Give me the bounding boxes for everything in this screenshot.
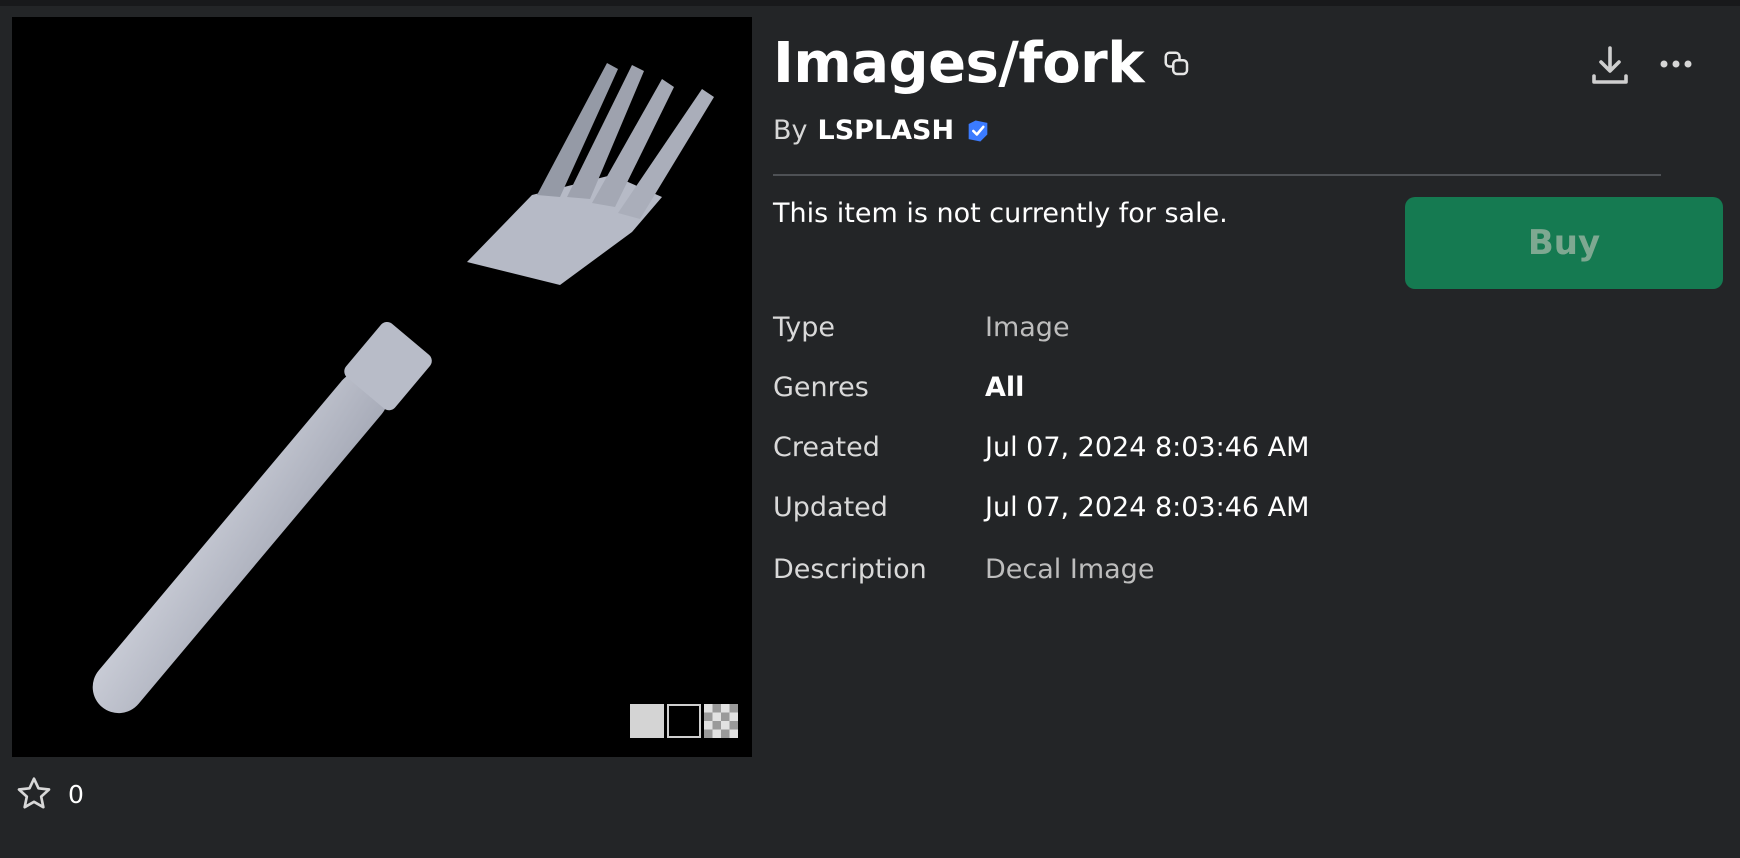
favorite-row: 0 bbox=[14, 774, 84, 814]
created-value: Jul 07, 2024 8:03:46 AM bbox=[985, 432, 1310, 463]
updated-value: Jul 07, 2024 8:03:46 AM bbox=[985, 492, 1310, 523]
white-background-swatch[interactable] bbox=[630, 704, 664, 738]
download-icon[interactable] bbox=[1586, 42, 1634, 90]
creator-link[interactable]: LSPLASH bbox=[818, 115, 955, 146]
divider bbox=[773, 174, 1661, 176]
sale-status: This item is not currently for sale. bbox=[773, 198, 1228, 229]
transparent-background-swatch[interactable] bbox=[704, 704, 738, 738]
black-background-swatch[interactable] bbox=[667, 704, 701, 738]
verified-icon bbox=[968, 120, 988, 141]
genres-label: Genres bbox=[773, 372, 869, 403]
detail-row-description: Description Decal Image bbox=[773, 554, 1154, 585]
detail-row-updated: Updated Jul 07, 2024 8:03:46 AM bbox=[773, 492, 1309, 523]
copy-icon[interactable] bbox=[1162, 49, 1192, 79]
top-strip bbox=[0, 0, 1740, 6]
favorite-count: 0 bbox=[68, 779, 84, 809]
type-label: Type bbox=[773, 312, 836, 343]
created-label: Created bbox=[773, 432, 880, 463]
star-icon[interactable] bbox=[14, 774, 54, 814]
detail-row-type: Type Image bbox=[773, 312, 1070, 343]
fork-image bbox=[92, 63, 714, 714]
detail-row-genres: Genres All bbox=[773, 372, 1024, 403]
item-thumbnail bbox=[12, 17, 752, 757]
title-row: Images/fork bbox=[773, 30, 1192, 98]
type-value: Image bbox=[985, 312, 1070, 343]
genres-value[interactable]: All bbox=[985, 372, 1024, 403]
more-icon[interactable] bbox=[1656, 52, 1696, 76]
updated-label: Updated bbox=[773, 492, 888, 523]
creator-row: By LSPLASH bbox=[773, 115, 992, 146]
by-label: By bbox=[773, 115, 808, 146]
description-value: Decal Image bbox=[985, 554, 1155, 585]
page-title: Images/fork bbox=[773, 31, 1145, 96]
description-label: Description bbox=[773, 554, 927, 585]
detail-row-created: Created Jul 07, 2024 8:03:46 AM bbox=[773, 432, 1309, 463]
buy-button[interactable]: Buy bbox=[1405, 197, 1723, 289]
background-swatches bbox=[630, 704, 738, 738]
